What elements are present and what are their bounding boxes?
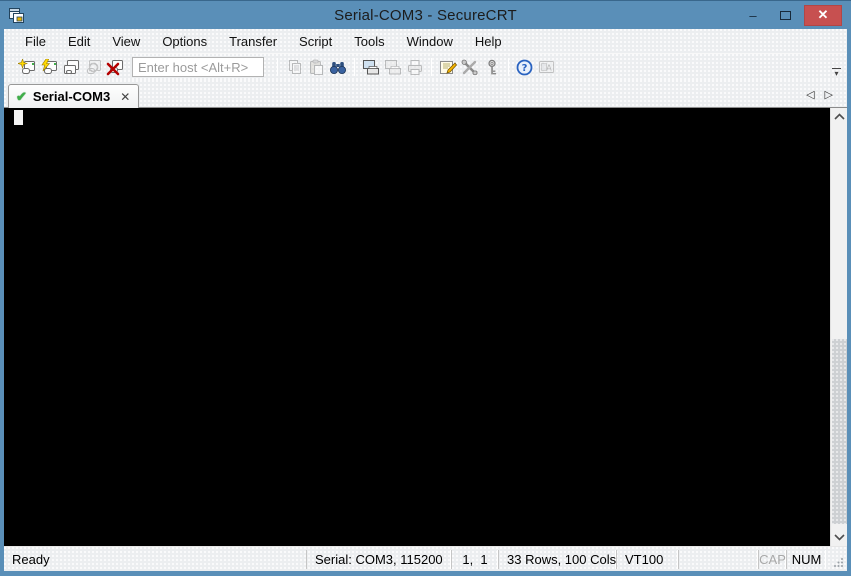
global-options-icon [461, 59, 478, 75]
tab-serial-com3[interactable]: ✔ Serial-COM3 ✕ [8, 84, 140, 108]
print-screen-button[interactable] [360, 56, 382, 78]
status-ready: Ready [12, 551, 50, 567]
quick-connect-button[interactable] [38, 56, 60, 78]
toolbar-overflow-button[interactable]: ▾ [830, 68, 843, 78]
menu-bar: File Edit View Options Transfer Script T… [4, 29, 847, 53]
close-button[interactable]: ✕ [804, 4, 842, 26]
menu-options[interactable]: Options [151, 32, 218, 51]
disconnect-button[interactable] [104, 56, 126, 78]
toolbar: ? A ▾ [4, 53, 847, 80]
title-bar: Serial-COM3 - SecureCRT – ✕ [0, 1, 851, 29]
print-icon [408, 59, 422, 75]
chevron-up-icon [834, 113, 845, 120]
status-cursor-position: 1, 1 [451, 549, 498, 569]
connect-in-tab-icon [64, 59, 79, 74]
window-bottom-border [0, 571, 851, 576]
print-eject-icon [385, 59, 401, 74]
menu-help[interactable]: Help [464, 32, 513, 51]
terminal-cursor [14, 110, 23, 125]
svg-text:A: A [546, 63, 552, 72]
menu-window[interactable]: Window [396, 32, 464, 51]
help-button[interactable]: ? [514, 56, 536, 78]
chevron-down-icon: ▾ [834, 69, 839, 78]
print-button[interactable] [404, 56, 426, 78]
menu-script[interactable]: Script [288, 32, 343, 51]
find-icon [330, 61, 346, 74]
menu-tools[interactable]: Tools [343, 32, 395, 51]
connect-icon [18, 58, 35, 74]
font-button[interactable]: A [536, 56, 558, 78]
host-input[interactable] [132, 57, 264, 77]
tab-scroll-left-icon[interactable]: ◁ [806, 88, 814, 101]
scrollbar-thumb[interactable] [832, 339, 847, 524]
reconnect-button[interactable] [82, 56, 104, 78]
scroll-down-button[interactable] [831, 529, 848, 546]
menu-view[interactable]: View [101, 32, 151, 51]
tab-label: Serial-COM3 [32, 89, 111, 104]
connect-in-tab-button[interactable] [60, 56, 82, 78]
font-icon: A [539, 60, 554, 73]
maximize-button[interactable] [772, 5, 798, 25]
tab-bar: ✔ Serial-COM3 ✕ ◁ ▷ [4, 80, 847, 108]
help-icon: ? [516, 59, 533, 75]
terminal-row [4, 107, 847, 546]
tab-close-icon[interactable]: ✕ [120, 90, 130, 104]
session-options-icon [440, 60, 457, 74]
maximize-icon [779, 10, 791, 20]
disconnect-icon [106, 59, 123, 75]
resize-grip[interactable] [826, 550, 847, 569]
quick-connect-icon [41, 58, 57, 74]
resize-grip-icon [834, 557, 843, 567]
key-icon [488, 59, 497, 74]
svg-text:?: ? [522, 63, 528, 74]
connected-check-icon: ✔ [16, 88, 27, 104]
toolbar-separator [354, 58, 355, 76]
status-grid-size: 33 Rows, 100 Cols [498, 549, 616, 569]
status-caps-lock: CAP [758, 549, 786, 569]
status-blank [678, 549, 758, 569]
vertical-scrollbar[interactable] [830, 108, 847, 546]
minimize-icon: – [749, 7, 757, 23]
scroll-up-button[interactable] [831, 108, 848, 125]
toolbar-separator [431, 58, 432, 76]
key-agent-button[interactable] [481, 56, 503, 78]
menu-file[interactable]: File [14, 32, 57, 51]
close-icon: ✕ [817, 7, 829, 22]
copy-button[interactable] [283, 56, 305, 78]
status-emulation: VT100 [616, 549, 678, 569]
chevron-down-icon [834, 534, 845, 541]
window-title: Serial-COM3 - SecureCRT [334, 6, 517, 24]
copy-icon [288, 59, 301, 74]
paste-button[interactable] [305, 56, 327, 78]
securecrt-window: Serial-COM3 - SecureCRT – ✕ File Edit Vi… [0, 0, 851, 576]
paste-icon [309, 59, 323, 75]
global-options-button[interactable] [459, 56, 481, 78]
status-num-lock: NUM [786, 549, 826, 569]
find-button[interactable] [327, 56, 349, 78]
print-screen-icon [363, 59, 379, 74]
terminal-screen[interactable] [4, 108, 830, 546]
status-connection: Serial: COM3, 115200 [306, 549, 451, 569]
session-options-button[interactable] [437, 56, 459, 78]
menu-edit[interactable]: Edit [57, 32, 101, 51]
minimize-button[interactable]: – [740, 5, 766, 25]
reconnect-icon [87, 59, 101, 74]
connect-button[interactable] [16, 56, 38, 78]
status-bar: Ready Serial: COM3, 115200 1, 1 33 Rows,… [4, 546, 847, 571]
toolbar-separator [277, 58, 278, 76]
toolbar-separator [508, 58, 509, 76]
tab-scroll-right-icon[interactable]: ▷ [825, 88, 833, 101]
menu-transfer[interactable]: Transfer [218, 32, 288, 51]
print-eject-button[interactable] [382, 56, 404, 78]
